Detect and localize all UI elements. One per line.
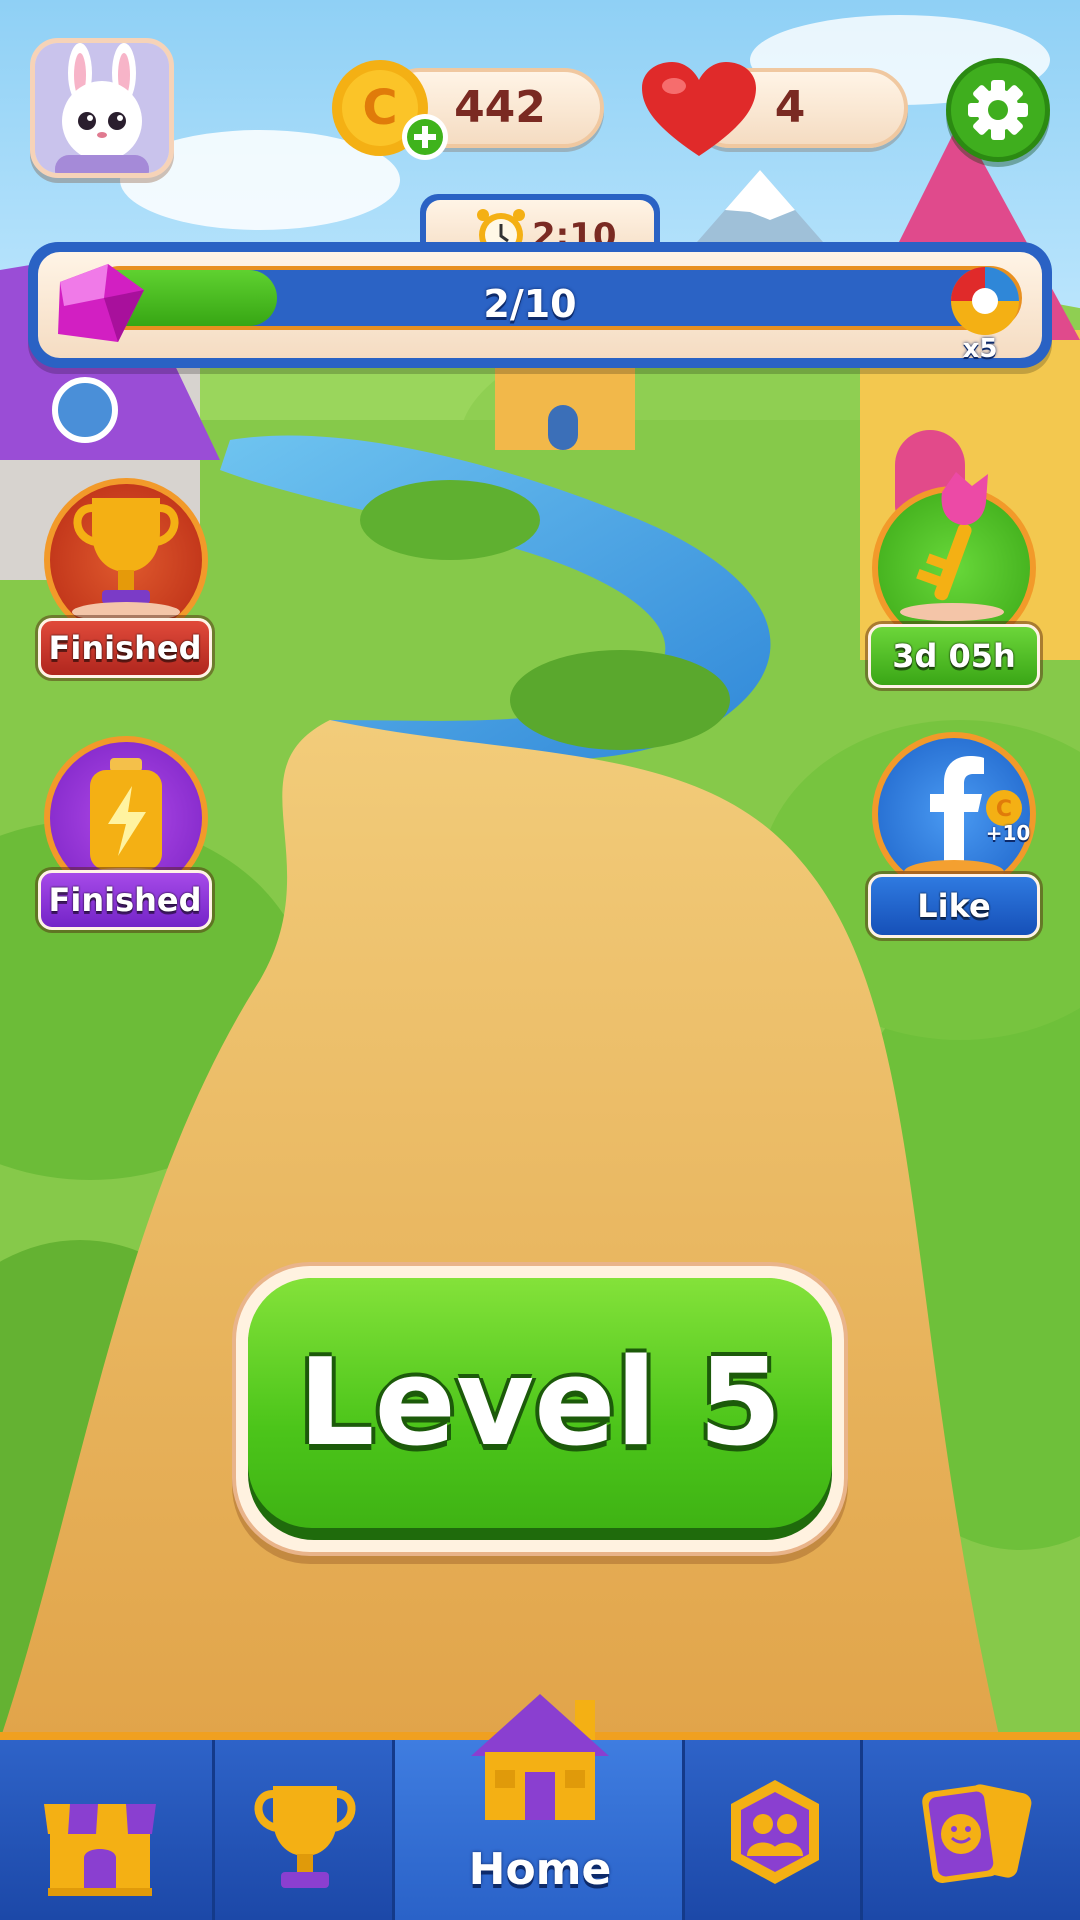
gear-icon <box>968 80 1028 140</box>
event-trophy-status: Finished <box>38 618 212 678</box>
trophy-icon <box>72 498 180 622</box>
gem-icon <box>58 264 144 342</box>
event-facebook-reward: +10 <box>985 821 1031 845</box>
reward-ball-icon[interactable] <box>946 262 1024 340</box>
battery-icon <box>78 758 174 882</box>
nav-cards[interactable] <box>863 1740 1080 1920</box>
key-icon <box>900 472 1004 621</box>
event-battery-status: Finished <box>38 870 212 930</box>
team-icon <box>731 1780 819 1884</box>
nav-team[interactable] <box>685 1740 863 1920</box>
nav-leaderboard[interactable] <box>215 1740 395 1920</box>
play-level-label: Level 5 <box>248 1278 832 1528</box>
cards-icon <box>922 1784 1032 1883</box>
event-trophy[interactable]: Finished <box>38 478 214 678</box>
lives-count: 4 <box>774 82 806 133</box>
event-key[interactable]: 3d 05h <box>866 472 1042 692</box>
avatar[interactable] <box>30 38 174 178</box>
event-battery[interactable]: Finished <box>38 736 214 936</box>
like-button[interactable]: Like <box>868 874 1040 938</box>
nav-home[interactable]: Home <box>395 1694 685 1920</box>
settings-button[interactable] <box>946 58 1050 162</box>
svg-text:C: C <box>362 80 397 136</box>
event-facebook[interactable]: C +10 Like <box>866 732 1042 942</box>
nav-home-label: Home <box>468 1844 612 1895</box>
shop-icon <box>44 1804 156 1896</box>
play-level-button[interactable]: Level 5 <box>232 1262 848 1556</box>
trophy-icon <box>254 1786 356 1888</box>
progress-label: 2/10 <box>483 282 577 326</box>
bunny-icon <box>35 43 169 173</box>
event-key-timer: 3d 05h <box>868 624 1040 688</box>
coin-count: 442 <box>454 82 546 133</box>
bottom-nav: Home <box>0 1694 1080 1920</box>
svg-text:C: C <box>996 797 1012 822</box>
nav-shop[interactable] <box>0 1740 215 1920</box>
home-icon <box>471 1694 609 1820</box>
multiplier-label: x5 <box>962 334 998 364</box>
